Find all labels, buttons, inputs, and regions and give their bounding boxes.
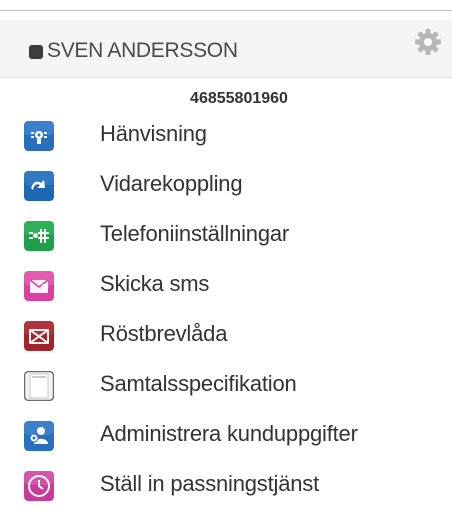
sms-envelope-icon	[24, 271, 54, 301]
phone-settings-icon	[24, 221, 54, 251]
menu-label: Ställ in passningstjänst	[100, 471, 319, 496]
menu-item-passningstjanst[interactable]: Ställ in passningstjänst	[0, 461, 452, 511]
phone-number: 46855801960	[190, 90, 288, 107]
menu-label: Samtalsspecifikation	[100, 371, 297, 396]
menu-item-samtalsspecifikation[interactable]: Samtalsspecifikation	[0, 361, 452, 411]
user-name: SVEN ANDERSSON	[47, 39, 238, 62]
status-square-icon	[29, 45, 43, 59]
menu-item-vidarekoppling[interactable]: Vidarekoppling	[0, 161, 452, 211]
menu-item-skicka-sms[interactable]: Skicka sms	[0, 261, 452, 311]
document-icon	[24, 371, 54, 401]
menu-label: Hänvisning	[100, 121, 207, 146]
call-forward-icon	[24, 171, 54, 201]
menu-label: Telefoniinställningar	[100, 221, 290, 246]
gear-icon[interactable]	[413, 27, 443, 57]
menu-item-telefoniinstallningar[interactable]: Telefoniinställningar	[0, 211, 452, 261]
clock-icon	[24, 471, 54, 501]
voicemail-envelope-icon	[24, 321, 54, 351]
menu-item-hanvisning[interactable]: Hänvisning	[0, 111, 452, 161]
admin-users-icon	[24, 421, 54, 451]
menu-item-administrera-kunduppgifter[interactable]: Administrera kunduppgifter	[0, 411, 452, 461]
menu-label: Skicka sms	[100, 271, 210, 296]
top-divider	[0, 10, 452, 11]
redirect-icon	[24, 121, 54, 151]
menu-item-rostbrevlada[interactable]: Röstbrevlåda	[0, 311, 452, 361]
menu-label: Röstbrevlåda	[100, 321, 228, 346]
menu-label: Administrera kunduppgifter	[100, 421, 358, 446]
menu-label: Vidarekoppling	[100, 171, 243, 196]
user-header: SVEN ANDERSSON	[0, 19, 452, 78]
